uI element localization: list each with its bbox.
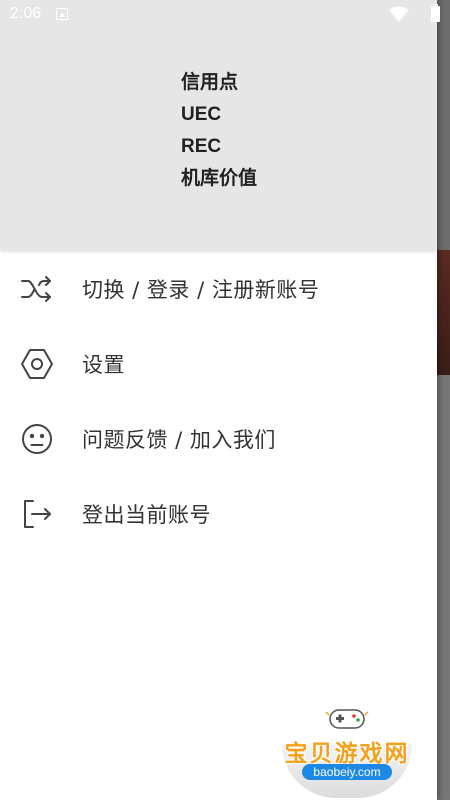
- account-info-list: 信用点 UEC REC 机库价值: [181, 68, 257, 196]
- hexagon-settings-icon: [21, 349, 53, 379]
- menu-item-logout[interactable]: 登出当前账号: [0, 475, 437, 550]
- menu-item-label: 设置: [82, 353, 125, 377]
- menu-item-settings[interactable]: 设置: [0, 325, 437, 400]
- background-app-edge: [437, 0, 450, 800]
- info-rec: REC: [181, 136, 222, 157]
- sad-face-icon: [22, 424, 52, 454]
- background-header: [437, 0, 450, 250]
- menu-item-label: 问题反馈 / 加入我们: [82, 428, 276, 452]
- notification-icon: [56, 8, 68, 20]
- shuffle-icon: [21, 276, 51, 302]
- menu-item-switch-account[interactable]: 切换 / 登录 / 注册新账号: [0, 250, 437, 325]
- background-content: [437, 375, 450, 800]
- battery-icon: [431, 4, 440, 22]
- info-credits: 信用点: [181, 72, 239, 93]
- watermark-title: 宝贝游戏网: [284, 741, 410, 767]
- drawer-menu: 切换 / 登录 / 注册新账号 设置 问题反馈 / 加入我们 登出当前账号: [0, 250, 437, 550]
- watermark-url: baobeiy.com: [302, 764, 392, 780]
- info-hangar-value: 机库价值: [181, 168, 258, 189]
- logout-icon: [24, 500, 51, 528]
- status-bar: 2:06: [0, 0, 450, 28]
- navigation-drawer: 信用点 UEC REC 机库价值 切换 / 登录 / 注册新账号 设置 问题反馈…: [0, 0, 437, 800]
- background-image: [437, 250, 450, 375]
- menu-item-feedback[interactable]: 问题反馈 / 加入我们: [0, 400, 437, 475]
- wifi-icon: [389, 6, 409, 22]
- status-time: 2:06: [10, 5, 42, 22]
- drawer-header: 信用点 UEC REC 机库价值: [0, 0, 437, 250]
- menu-item-label: 登出当前账号: [82, 503, 211, 527]
- info-uec: UEC: [181, 104, 222, 125]
- watermark-logo: 宝贝游戏网 baobeiy.com: [272, 700, 422, 798]
- menu-item-label: 切换 / 登录 / 注册新账号: [82, 278, 320, 302]
- gamepad-icon: [325, 709, 369, 729]
